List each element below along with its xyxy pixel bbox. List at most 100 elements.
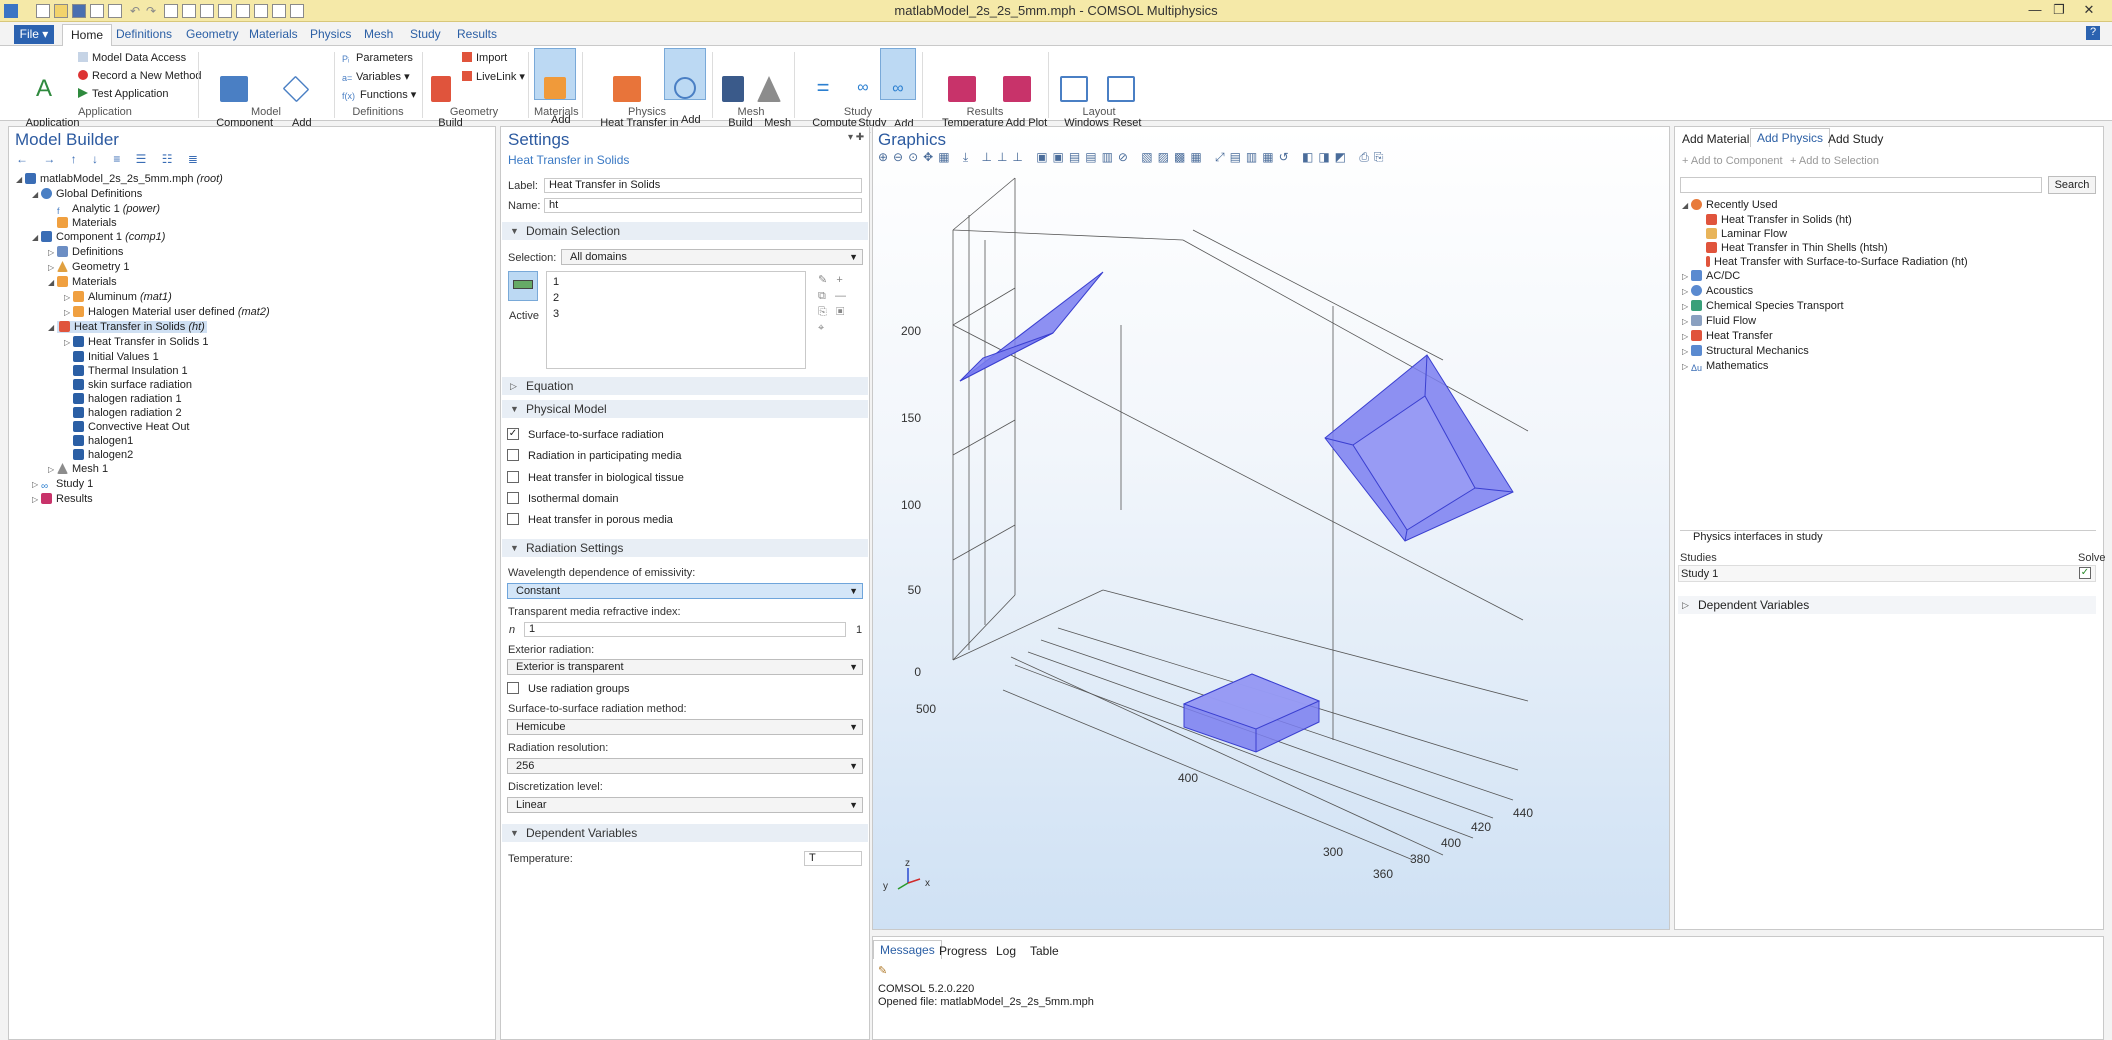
tree-item-global-definitions[interactable]: ◢ Global Definitions bbox=[16, 187, 270, 202]
help-icon[interactable]: ? bbox=[2086, 26, 2100, 40]
search-button[interactable]: Search bbox=[2048, 176, 2096, 194]
tree-item-convective-heat-out[interactable]: Convective Heat Out bbox=[16, 420, 270, 434]
label-field[interactable]: Heat Transfer in Solids bbox=[544, 178, 862, 193]
tree-item-global-materials[interactable]: Materials bbox=[16, 216, 270, 230]
tab-study[interactable]: Study bbox=[410, 27, 441, 41]
tree-item-skin-radiation[interactable]: skin surface radiation bbox=[16, 378, 270, 392]
tab-progress[interactable]: Progress bbox=[933, 942, 993, 960]
tree-item-materials[interactable]: ◢ Materials bbox=[16, 275, 270, 290]
tab-geometry[interactable]: Geometry bbox=[186, 27, 239, 41]
tab-mesh[interactable]: Mesh bbox=[364, 27, 393, 41]
tab-add-material[interactable]: Add Material bbox=[1676, 130, 1755, 148]
selection-dropdown[interactable]: All domains ▼ bbox=[561, 249, 863, 265]
tree-item-mesh1[interactable]: ▷ Mesh 1 bbox=[16, 462, 270, 477]
tree-item-results[interactable]: ▷ Results bbox=[16, 492, 270, 507]
geometry-view[interactable]: 200 150 100 50 0 500 400 300 440 420 400… bbox=[873, 170, 1669, 910]
resolution-dropdown[interactable]: 256 ▼ bbox=[507, 758, 863, 774]
add-material-button[interactable]: Add Material bbox=[534, 48, 576, 138]
tree-item-halogen-radiation-1[interactable]: halogen radiation 1 bbox=[16, 392, 270, 406]
physics-tree-item[interactable]: Heat Transfer in Solids (ht) bbox=[1682, 213, 1968, 227]
minimize-icon[interactable]: — bbox=[2026, 2, 2044, 18]
physics-tree-chemical[interactable]: ▷ Chemical Species Transport bbox=[1682, 299, 1968, 314]
tree-item-analytic[interactable]: f Analytic 1 (power) bbox=[16, 202, 270, 216]
section-radiation-settings[interactable]: ▼ Radiation Settings bbox=[502, 539, 868, 557]
biological-tissue-checkbox[interactable] bbox=[507, 471, 519, 483]
physics-tree-item[interactable]: Heat Transfer in Thin Shells (htsh) bbox=[1682, 241, 1968, 255]
variables-button[interactable]: a= Variables ▾ bbox=[342, 70, 410, 83]
add-to-selection-button[interactable]: + Add to Selection bbox=[1790, 155, 1879, 167]
tab-home[interactable]: Home bbox=[62, 24, 113, 46]
physics-tree-item[interactable]: Heat Transfer with Surface-to-Surface Ra… bbox=[1682, 255, 1968, 269]
physics-tree-acdc[interactable]: ▷ AC/DC bbox=[1682, 269, 1968, 284]
pin-icon[interactable]: ▾ ✚ bbox=[848, 132, 864, 143]
section-dependent-variables[interactable]: ▼ Dependent Variables bbox=[502, 824, 868, 842]
graphics-toolbar[interactable]: ⊕⊖⊙✥▦ ⤓ ⊥⊥⊥ ▣▣▤▤▥⊘ ▧▨▩▦ ⤢▤▥▦↺ ◧◨◩ ⎙⎘ bbox=[878, 150, 1389, 165]
tree-item-halogen1[interactable]: halogen1 bbox=[16, 434, 270, 448]
exterior-dropdown[interactable]: Exterior is transparent ▼ bbox=[507, 659, 863, 675]
tree-item-initial-values[interactable]: Initial Values 1 bbox=[16, 350, 270, 364]
surface-to-surface-checkbox[interactable]: ✓ bbox=[507, 428, 519, 440]
add-to-component-button[interactable]: + Add to Component bbox=[1682, 155, 1783, 167]
physics-tree-acoustics[interactable]: ▷ Acoustics bbox=[1682, 284, 1968, 299]
section-domain-selection[interactable]: ▼ Domain Selection bbox=[502, 222, 868, 240]
tab-definitions[interactable]: Definitions bbox=[116, 27, 172, 41]
tab-log[interactable]: Log bbox=[990, 942, 1022, 960]
section-physics-dependent-variables[interactable]: ▷ Dependent Variables bbox=[1678, 596, 2096, 614]
participating-media-checkbox[interactable] bbox=[507, 449, 519, 461]
import-button[interactable]: Import bbox=[462, 52, 507, 64]
name-field[interactable]: ht bbox=[544, 198, 862, 213]
domain-item[interactable]: 1 bbox=[553, 274, 799, 290]
refractive-index-field[interactable]: 1 bbox=[524, 622, 846, 637]
tree-item-halogen-material[interactable]: ▷ Halogen Material user defined (mat2) bbox=[16, 305, 270, 320]
tree-item-definitions[interactable]: ▷ Definitions bbox=[16, 245, 270, 260]
section-equation[interactable]: ▷ Equation bbox=[502, 377, 868, 395]
tab-add-study[interactable]: Add Study bbox=[1822, 130, 1889, 148]
add-physics-button[interactable]: Add Physics bbox=[664, 48, 706, 138]
study-row[interactable]: Study 1 ✓ bbox=[1678, 565, 2096, 582]
parameters-button[interactable]: Pᵢ Parameters bbox=[342, 52, 413, 64]
tab-table[interactable]: Table bbox=[1024, 942, 1065, 960]
model-data-access-button[interactable]: Model Data Access bbox=[78, 52, 186, 64]
isothermal-domain-checkbox[interactable] bbox=[507, 492, 519, 504]
clear-messages-icon[interactable]: ✎ bbox=[878, 964, 887, 977]
tab-add-physics[interactable]: Add Physics bbox=[1750, 128, 1831, 147]
physics-tree-item[interactable]: Laminar Flow bbox=[1682, 227, 1968, 241]
tree-item-study1[interactable]: ▷ ∞ Study 1 bbox=[16, 477, 270, 492]
domain-list[interactable]: 1 2 3 bbox=[546, 271, 806, 369]
physics-tree-fluid-flow[interactable]: ▷ Fluid Flow bbox=[1682, 314, 1968, 329]
functions-button[interactable]: f(x) Functions ▾ bbox=[342, 88, 416, 101]
radiation-groups-checkbox[interactable] bbox=[507, 682, 519, 694]
tree-item-hts1[interactable]: ▷ Heat Transfer in Solids 1 bbox=[16, 335, 270, 350]
record-method-button[interactable]: Record a New Method bbox=[78, 70, 201, 82]
physics-tree-heat-transfer[interactable]: ▷ Heat Transfer bbox=[1682, 329, 1968, 344]
tree-item-root[interactable]: ◢ matlabModel_2s_2s_5mm.mph (root) bbox=[16, 172, 270, 187]
porous-media-checkbox[interactable] bbox=[507, 513, 519, 525]
domain-item[interactable]: 2 bbox=[553, 290, 799, 306]
add-study-button[interactable]: ∞ Add Study bbox=[880, 48, 916, 142]
temperature-field[interactable]: T bbox=[804, 851, 862, 866]
tree-item-component1[interactable]: ◢ Component 1 (comp1) bbox=[16, 230, 270, 245]
tree-item-aluminum[interactable]: ▷ Aluminum (mat1) bbox=[16, 290, 270, 305]
domain-tools[interactable]: ✎ + ⧉ — ⎘ ▣ ⌖ bbox=[818, 272, 868, 336]
physics-tree-recently-used[interactable]: ◢ Recently Used bbox=[1682, 198, 1968, 213]
section-physical-model[interactable]: ▼ Physical Model bbox=[502, 400, 868, 418]
tab-results[interactable]: Results bbox=[457, 27, 497, 41]
test-application-button[interactable]: Test Application bbox=[78, 88, 168, 100]
solve-checkbox[interactable]: ✓ bbox=[2079, 567, 2091, 579]
tree-item-halogen-radiation-2[interactable]: halogen radiation 2 bbox=[16, 406, 270, 420]
file-menu-button[interactable]: File ▾ bbox=[14, 25, 54, 44]
active-toggle[interactable] bbox=[508, 271, 538, 301]
tree-item-halogen2[interactable]: halogen2 bbox=[16, 448, 270, 462]
physics-tree-mathematics[interactable]: ▷ Δu Mathematics bbox=[1682, 359, 1968, 374]
close-icon[interactable]: ✕ bbox=[2080, 2, 2098, 18]
physics-tree-structural[interactable]: ▷ Structural Mechanics bbox=[1682, 344, 1968, 359]
model-builder-toolbar[interactable]: ← → ↑ ↓ ≡ ☰ ☷ ≣ bbox=[16, 152, 204, 166]
tree-item-heat-transfer[interactable]: ◢ Heat Transfer in Solids (ht) bbox=[16, 320, 270, 335]
method-dropdown[interactable]: Hemicube ▼ bbox=[507, 719, 863, 735]
tab-messages[interactable]: Messages bbox=[873, 940, 942, 959]
maximize-icon[interactable]: ❐ bbox=[2050, 2, 2068, 18]
domain-item[interactable]: 3 bbox=[553, 306, 799, 322]
tree-item-geometry[interactable]: ▷ Geometry 1 bbox=[16, 260, 270, 275]
tree-item-thermal-insulation[interactable]: Thermal Insulation 1 bbox=[16, 364, 270, 378]
wavelength-dropdown[interactable]: Constant ▼ bbox=[507, 583, 863, 599]
